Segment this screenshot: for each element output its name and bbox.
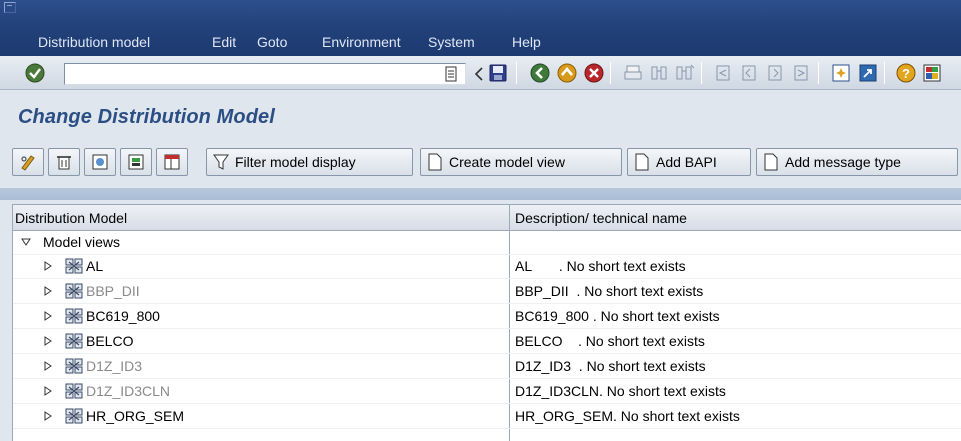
- command-field[interactable]: [64, 63, 466, 85]
- shortcut-icon[interactable]: [857, 62, 879, 84]
- model-view-name: BELCO: [86, 333, 134, 349]
- filter-model-display-button[interactable]: Filter model display: [206, 148, 413, 176]
- model-view-icon: [65, 358, 83, 374]
- collapsed-triangle-icon[interactable]: [43, 386, 53, 396]
- filter-icon: [213, 154, 229, 170]
- document-icon: [764, 153, 778, 171]
- tree-root-label: Model views: [43, 234, 121, 250]
- add-message-type-button[interactable]: Add message type: [756, 148, 958, 176]
- print-icon[interactable]: [622, 62, 644, 84]
- page-title: Change Distribution Model: [18, 106, 275, 128]
- model-view-description: HR_ORG_SEM. No short text exists: [515, 408, 740, 424]
- add-bapi-label: Add BAPI: [656, 154, 717, 170]
- model-view-row[interactable]: D1Z_ID3 D1Z_ID3 . No short text exists: [13, 355, 961, 379]
- model-view-description: BBP_DII . No short text exists: [515, 283, 704, 299]
- first-page-icon[interactable]: [712, 62, 734, 84]
- layout-icon: [164, 154, 180, 170]
- next-page-icon[interactable]: [764, 62, 786, 84]
- back-icon[interactable]: [529, 62, 551, 84]
- collapsed-triangle-icon[interactable]: [43, 336, 53, 346]
- find-next-icon[interactable]: [674, 62, 696, 84]
- collapsed-triangle-icon[interactable]: [43, 311, 53, 321]
- model-view-description: AL . No short text exists: [515, 258, 686, 274]
- toolbar-separator: [610, 62, 611, 84]
- model-view-row[interactable]: AL AL . No short text exists: [13, 255, 961, 279]
- model-view-description: BELCO . No short text exists: [515, 333, 705, 349]
- model-view-description: D1Z_ID3CLN. No short text exists: [515, 383, 726, 399]
- menu-system[interactable]: System: [428, 34, 475, 50]
- svg-text:?: ?: [902, 66, 910, 81]
- model-view-name: AL: [86, 258, 104, 274]
- column-header-distribution-model[interactable]: Distribution Model: [15, 210, 127, 226]
- add-message-type-label: Add message type: [785, 154, 901, 170]
- model-view-row[interactable]: D1Z_ID3CLN D1Z_ID3CLN. No short text exis…: [13, 380, 961, 404]
- toolbar-separator: [516, 62, 517, 84]
- collapse-subtree-button[interactable]: [120, 148, 152, 176]
- model-view-name: D1Z_ID3CLN: [86, 383, 171, 399]
- create-session-icon[interactable]: [830, 62, 852, 84]
- model-view-description: D1Z_ID3 . No short text exists: [515, 358, 706, 374]
- trash-icon: [57, 156, 71, 170]
- collapsed-triangle-icon[interactable]: [43, 286, 53, 296]
- save-icon[interactable]: [487, 62, 509, 84]
- add-bapi-button[interactable]: Add BAPI: [627, 148, 751, 176]
- layout-menu-icon[interactable]: [921, 62, 943, 84]
- collapsed-triangle-icon[interactable]: [43, 261, 53, 271]
- model-view-description: BC619_800 . No short text exists: [515, 308, 720, 324]
- model-view-name: D1Z_ID3: [86, 358, 143, 374]
- model-view-icon: [65, 383, 83, 399]
- model-view-row[interactable]: BBP_DII BBP_DII . No short text exists: [13, 280, 961, 304]
- container-band: [0, 188, 961, 200]
- toolbar-separator: [884, 62, 885, 84]
- menu-distribution-model[interactable]: Distribution model: [38, 34, 150, 50]
- find-icon[interactable]: [648, 62, 670, 84]
- system-menu-icon[interactable]: [4, 2, 16, 13]
- model-view-icon: [65, 258, 83, 274]
- model-view-row[interactable]: BELCO BELCO . No short text exists: [13, 330, 961, 354]
- menu-bar: Distribution model Edit Goto Environment…: [0, 28, 961, 56]
- collapsed-triangle-icon[interactable]: [43, 411, 53, 421]
- change-display-button[interactable]: [12, 148, 44, 176]
- model-view-icon: [65, 283, 83, 299]
- layout-button[interactable]: [156, 148, 188, 176]
- previous-page-icon[interactable]: [738, 62, 760, 84]
- title-bar: [0, 0, 961, 28]
- document-icon: [428, 153, 442, 171]
- model-view-icon: [65, 333, 83, 349]
- model-view-name: BBP_DII: [86, 283, 140, 299]
- menu-environment[interactable]: Environment: [322, 34, 401, 50]
- create-model-view-label: Create model view: [449, 154, 565, 170]
- document-icon: [635, 153, 649, 171]
- collapsed-triangle-icon[interactable]: [43, 361, 53, 371]
- toolbar-separator: [701, 62, 702, 84]
- model-view-name: HR_ORG_SEM: [86, 408, 185, 424]
- expand-icon: [92, 154, 108, 170]
- menu-help[interactable]: Help: [512, 34, 541, 50]
- cancel-icon[interactable]: [583, 62, 605, 84]
- model-view-icon: [65, 308, 83, 324]
- distribution-model-tree: Distribution Model Description/ technica…: [12, 204, 961, 441]
- delete-button[interactable]: [48, 148, 80, 176]
- model-view-name: BC619_800: [86, 308, 160, 324]
- tree-header: Distribution Model Description/ technica…: [13, 205, 961, 231]
- filter-model-display-label: Filter model display: [235, 154, 356, 170]
- expand-subtree-button[interactable]: [84, 148, 116, 176]
- command-history-icon[interactable]: [440, 63, 462, 85]
- pencil-glasses-icon: [21, 155, 35, 171]
- help-icon[interactable]: ?: [895, 62, 917, 84]
- model-view-row[interactable]: BC619_800 BC619_800 . No short text exist…: [13, 305, 961, 329]
- collapse-icon: [128, 154, 144, 170]
- menu-edit[interactable]: Edit: [212, 34, 236, 50]
- last-page-icon[interactable]: [790, 62, 812, 84]
- menu-goto[interactable]: Goto: [257, 34, 287, 50]
- enter-icon[interactable]: [24, 62, 46, 84]
- model-view-icon: [65, 408, 83, 424]
- model-view-row[interactable]: HR_ORG_SEM HR_ORG_SEM. No short text exis…: [13, 405, 961, 429]
- create-model-view-button[interactable]: Create model view: [420, 148, 622, 176]
- column-header-description[interactable]: Description/ technical name: [515, 210, 687, 226]
- expanded-triangle-icon[interactable]: [21, 237, 31, 247]
- exit-icon[interactable]: [556, 62, 578, 84]
- toolbar-separator: [818, 62, 819, 84]
- tree-root-row[interactable]: Model views: [13, 231, 961, 255]
